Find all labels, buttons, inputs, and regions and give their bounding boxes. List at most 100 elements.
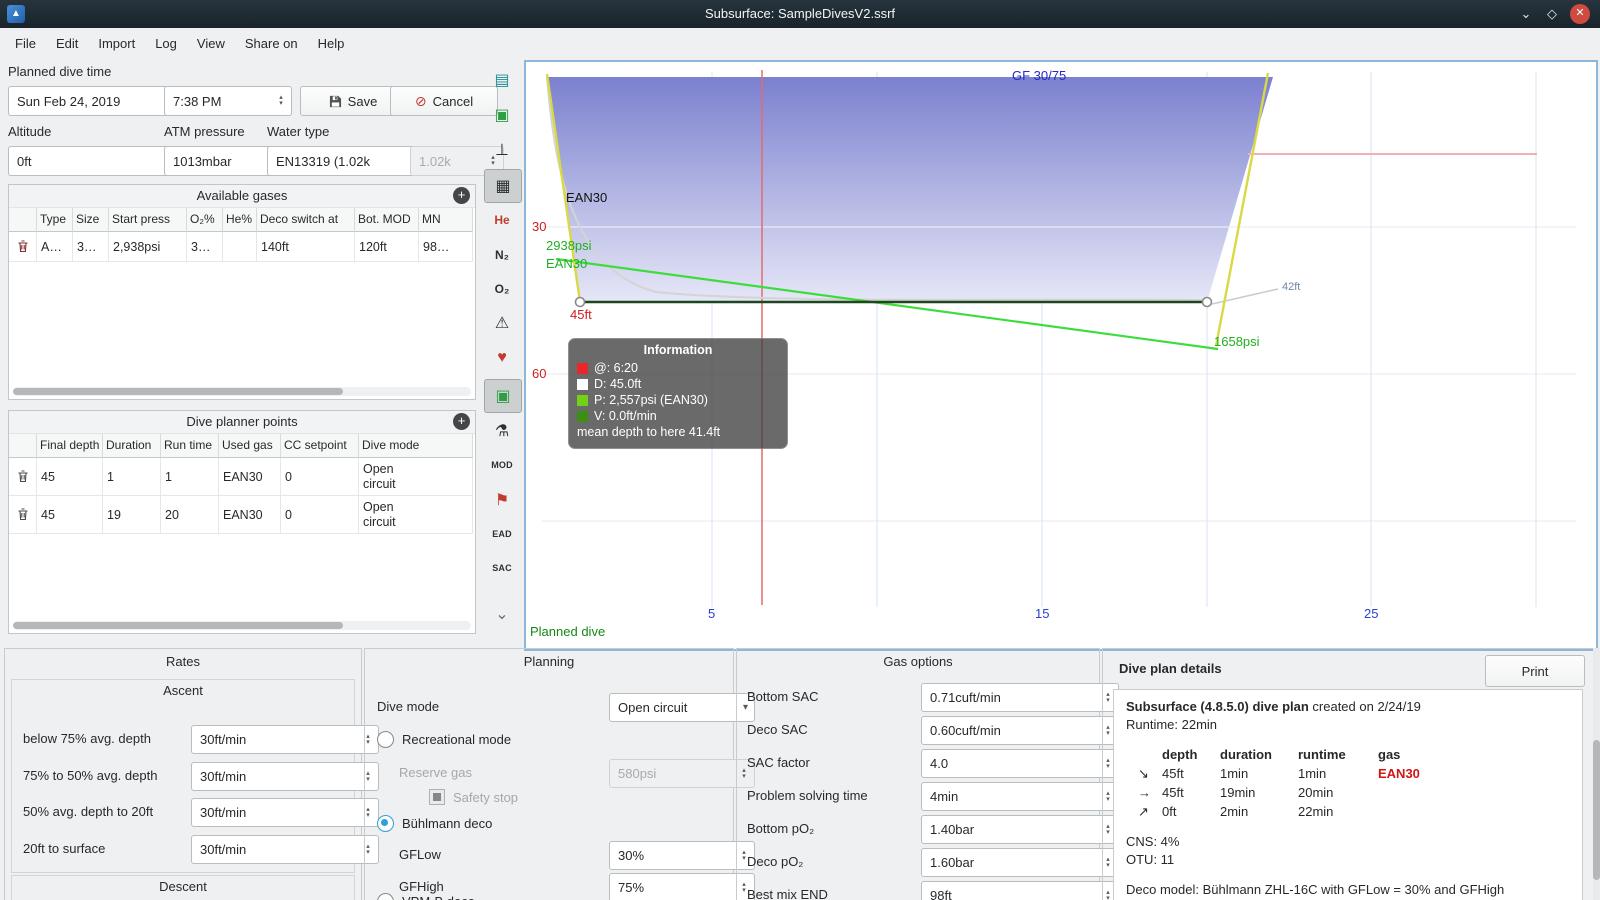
menu-file[interactable]: File [6, 32, 45, 55]
gas-option-spinbox[interactable]: 1.40bar ▴ ▾ [921, 815, 1119, 844]
toolbar-scroll-down-icon[interactable]: ⌄ [484, 598, 520, 630]
points-col-run-time[interactable]: Run time [161, 434, 219, 458]
points-col-used-gas[interactable]: Used gas [219, 434, 281, 458]
gas-option-spinbox[interactable]: 0.71cuft/min ▴ ▾ [921, 683, 1119, 712]
maximize-button[interactable]: ◇ [1542, 4, 1562, 24]
rate-spinbox[interactable]: 30ft/min ▴ ▾ [191, 762, 379, 791]
gas-option-spinbox[interactable]: 4min ▴ ▾ [921, 782, 1119, 811]
gas-cell-deco-switch[interactable]: 140ft [257, 232, 355, 262]
radio-icon[interactable] [377, 893, 394, 900]
gases-col-bot-mod[interactable]: Bot. MOD [355, 208, 419, 232]
gases-hscrollbar[interactable] [13, 387, 471, 396]
photos-icon[interactable]: ▣ [484, 99, 520, 131]
point-cell-used-gas[interactable]: EAN30 [219, 496, 281, 534]
point-cell-dive-mode[interactable]: Open circuit [359, 496, 473, 534]
vpmb-deco-radio[interactable]: VPM-B deco [377, 893, 475, 900]
tissues-icon[interactable]: ⚗ [484, 415, 520, 447]
delete-icon[interactable] [17, 470, 29, 483]
gas-cell-o2[interactable]: 3… [187, 232, 223, 262]
dive-time-spinbox[interactable]: 7:38 PM ▴ ▾ [164, 86, 292, 116]
gas-cell-bot-mod[interactable]: 120ft [355, 232, 419, 262]
waypoint-handle[interactable] [574, 296, 586, 308]
n2-graph-icon[interactable]: N₂ [484, 239, 520, 271]
gases-col-o2[interactable]: O₂% [187, 208, 223, 232]
point-cell-run-time[interactable]: 1 [161, 458, 219, 496]
menu-edit[interactable]: Edit [47, 32, 87, 55]
delete-icon[interactable] [17, 508, 29, 521]
bottom-vscrollbar[interactable] [1593, 648, 1600, 900]
gas-option-spinbox[interactable]: 98ft ▴ ▾ [921, 881, 1119, 900]
point-cell-duration[interactable]: 1 [103, 458, 161, 496]
minimize-button[interactable]: ⌄ [1516, 4, 1536, 24]
add-gas-button[interactable]: + [453, 187, 470, 204]
mod-icon[interactable]: MOD [484, 449, 520, 481]
spinner-arrows[interactable]: ▴▾ [274, 89, 288, 113]
points-col-final-depth[interactable]: Final depth [37, 434, 103, 458]
ndl-icon[interactable]: ⚑ [484, 484, 520, 516]
o2-graph-icon[interactable]: O₂ [484, 273, 520, 305]
sac-icon[interactable]: SAC [484, 552, 520, 584]
radio-selected-icon[interactable] [377, 815, 394, 832]
spin-down-icon[interactable]: ▾ [279, 100, 283, 107]
points-col-dive-mode[interactable]: Dive mode [359, 434, 473, 458]
dive-profile-chart[interactable]: GF 30/75 30 60 5 15 25 EAN30 2938psi EAN… [524, 60, 1598, 651]
print-button[interactable]: Print [1485, 655, 1585, 687]
gas-cell-type[interactable]: A… [37, 232, 73, 262]
menu-help[interactable]: Help [309, 32, 354, 55]
gas-option-spinbox[interactable]: 1.60bar ▴ ▾ [921, 848, 1119, 877]
gases-col-type[interactable]: Type [37, 208, 73, 232]
recreational-mode-radio[interactable]: Recreational mode [377, 731, 511, 748]
menu-log[interactable]: Log [146, 32, 186, 55]
point-cell-duration[interactable]: 19 [103, 496, 161, 534]
points-col-cc-setpoint[interactable]: CC setpoint [281, 434, 359, 458]
menu-share-on[interactable]: Share on [236, 32, 307, 55]
point-cell-cc-setpoint[interactable]: 0 [281, 496, 359, 534]
gases-col-deco-switch[interactable]: Deco switch at [257, 208, 355, 232]
point-cell-cc-setpoint[interactable]: 0 [281, 458, 359, 496]
gases-col-size[interactable]: Size [73, 208, 109, 232]
gas-cell-he[interactable] [223, 232, 257, 262]
point-row-delete[interactable] [9, 458, 37, 496]
ruler-icon[interactable]: ⊥ [484, 134, 520, 166]
point-cell-dive-mode[interactable]: Open circuit [359, 458, 473, 496]
cancel-button[interactable]: ⊘ Cancel [390, 86, 498, 116]
ead-icon[interactable]: EAD [484, 518, 520, 550]
altitude-spinbox[interactable]: 0ft ▴▾ [8, 146, 182, 176]
gas-cell-mnd[interactable]: 98… [419, 232, 473, 262]
gas-cell-start-press[interactable]: 2,938psi [109, 232, 187, 262]
picture-toggle-icon[interactable]: ▣ [484, 379, 522, 413]
ceiling-icon[interactable]: ⚠ [484, 307, 520, 339]
close-button[interactable]: ✕ [1570, 4, 1590, 24]
points-col-duration[interactable]: Duration [103, 434, 161, 458]
gas-option-spinbox[interactable]: 4.0 ▴ ▾ [921, 749, 1119, 778]
dive-date-combo[interactable]: Sun Feb 24, 2019 ▾ [8, 86, 182, 116]
profile-toggle-icon[interactable]: ▦ [484, 169, 522, 203]
gases-col-mnd[interactable]: MN [419, 208, 473, 232]
rate-spinbox[interactable]: 30ft/min ▴ ▾ [191, 725, 379, 754]
gfhigh-spinbox[interactable]: 75% ▴ ▾ [609, 873, 755, 900]
gases-col-he[interactable]: He% [223, 208, 257, 232]
dive-mode-combo[interactable]: Open circuit ▾ [609, 693, 755, 722]
point-cell-final-depth[interactable]: 45 [37, 458, 103, 496]
add-point-button[interactable]: + [453, 413, 470, 430]
gases-col-start-press[interactable]: Start press [109, 208, 187, 232]
rate-spinbox[interactable]: 30ft/min ▴ ▾ [191, 835, 379, 864]
radio-icon[interactable] [377, 731, 394, 748]
gas-cell-size[interactable]: 3… [73, 232, 109, 262]
buhlmann-deco-radio[interactable]: Bühlmann deco [377, 815, 492, 832]
rate-spinbox[interactable]: 30ft/min ▴ ▾ [191, 798, 379, 827]
he-graph-icon[interactable]: He [484, 204, 520, 236]
scale-icon[interactable]: ▤ [484, 64, 520, 96]
gas-option-spinbox[interactable]: 0.60cuft/min ▴ ▾ [921, 716, 1119, 745]
menu-import[interactable]: Import [89, 32, 144, 55]
gflow-spinbox[interactable]: 30% ▴ ▾ [609, 841, 755, 870]
menu-view[interactable]: View [188, 32, 234, 55]
point-cell-run-time[interactable]: 20 [161, 496, 219, 534]
points-hscrollbar[interactable] [13, 621, 471, 630]
heart-rate-icon[interactable]: ♥ [484, 342, 520, 374]
point-cell-used-gas[interactable]: EAN30 [219, 458, 281, 496]
point-cell-final-depth[interactable]: 45 [37, 496, 103, 534]
delete-icon[interactable] [17, 240, 29, 253]
gas-row-delete[interactable] [9, 232, 37, 262]
point-row-delete[interactable] [9, 496, 37, 534]
